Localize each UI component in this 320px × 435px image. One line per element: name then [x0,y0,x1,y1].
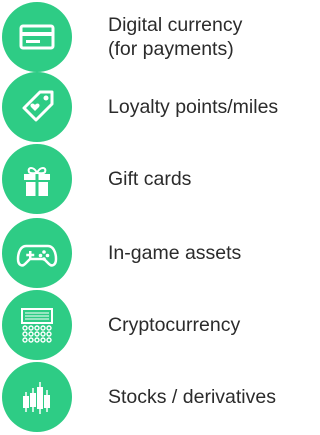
gift-box-icon [2,144,72,214]
list-item-in-game-assets: In-game assets [0,218,313,290]
crypto-terminal-icon [2,290,72,360]
item-label: Loyalty points/miles [108,96,279,118]
item-label: Gift cards [108,168,192,190]
list-item-gift-cards: Gift cards [0,144,313,216]
asset-type-list: Digital currency (for payments) Loyalty … [0,0,313,435]
list-item-stocks-derivatives: Stocks / derivatives [0,362,313,434]
item-label: In-game assets [108,242,242,264]
game-controller-icon [2,218,72,288]
list-item-digital-currency: Digital currency (for payments) [0,2,313,74]
item-label: Stocks / derivatives [108,386,276,408]
item-label: Cryptocurrency [108,314,241,336]
price-tag-icon [2,72,72,142]
candlestick-chart-icon [2,362,72,432]
list-item-cryptocurrency: Cryptocurrency [0,290,313,362]
credit-card-icon [2,2,72,72]
list-item-loyalty-points: Loyalty points/miles [0,72,313,144]
item-label: Digital currency (for payments) [108,14,243,60]
